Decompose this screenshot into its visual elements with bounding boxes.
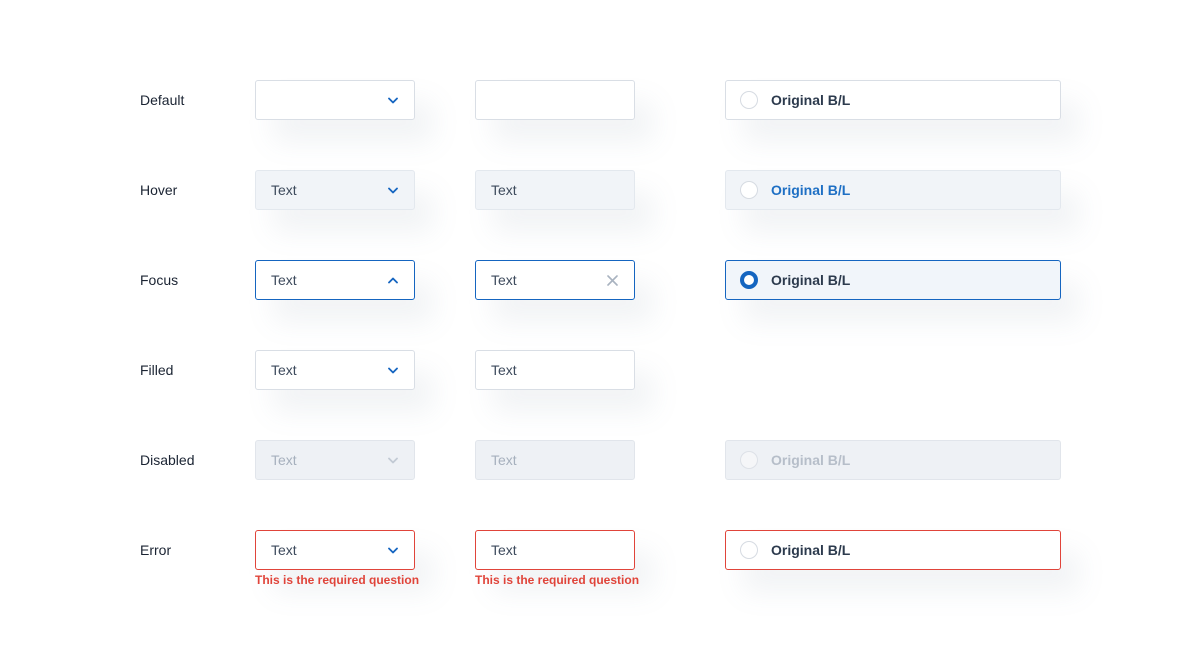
radio-label: Original B/L bbox=[771, 182, 851, 198]
radio-label: Original B/L bbox=[771, 92, 851, 108]
chevron-down-icon bbox=[388, 455, 398, 465]
radio-button[interactable] bbox=[740, 181, 758, 199]
radio-label: Original B/L bbox=[771, 272, 851, 288]
input-value: Text bbox=[491, 362, 517, 378]
input-filled[interactable]: Text bbox=[475, 350, 635, 390]
radio-label: Original B/L bbox=[771, 452, 851, 468]
select-value: Text bbox=[271, 542, 297, 558]
radio-button-selected[interactable] bbox=[740, 271, 758, 289]
select-disabled: Text bbox=[255, 440, 415, 480]
select-value: Text bbox=[271, 362, 297, 378]
chevron-down-icon bbox=[388, 95, 398, 105]
select-value: Text bbox=[271, 182, 297, 198]
input-value: Text bbox=[491, 452, 517, 468]
radio-label: Original B/L bbox=[771, 542, 851, 558]
row-label-disabled: Disabled bbox=[140, 452, 195, 468]
row-label-filled: Filled bbox=[140, 362, 174, 378]
input-disabled: Text bbox=[475, 440, 635, 480]
select-filled[interactable]: Text bbox=[255, 350, 415, 390]
select-value: Text bbox=[271, 272, 297, 288]
row-label-focus: Focus bbox=[140, 272, 179, 288]
row-label-error: Error bbox=[140, 542, 172, 558]
radio-option-hover[interactable]: Original B/L bbox=[725, 170, 1061, 210]
radio-button bbox=[740, 451, 758, 469]
select-value: Text bbox=[271, 452, 297, 468]
input-hover[interactable]: Text bbox=[475, 170, 635, 210]
select-hover[interactable]: Text bbox=[255, 170, 415, 210]
radio-button[interactable] bbox=[740, 541, 758, 559]
row-label-hover: Hover bbox=[140, 182, 178, 198]
radio-option-error[interactable]: Original B/L bbox=[725, 530, 1061, 570]
radio-button[interactable] bbox=[740, 91, 758, 109]
select-focus[interactable]: Text bbox=[255, 260, 415, 300]
chevron-down-icon bbox=[388, 365, 398, 375]
input-value: Text bbox=[491, 182, 517, 198]
input-error[interactable]: Text bbox=[475, 530, 635, 570]
chevron-up-icon bbox=[388, 275, 398, 285]
radio-option-disabled: Original B/L bbox=[725, 440, 1061, 480]
input-focus[interactable]: Text bbox=[475, 260, 635, 300]
close-icon[interactable] bbox=[606, 274, 618, 286]
row-label-default: Default bbox=[140, 92, 185, 108]
select-default[interactable] bbox=[255, 80, 415, 120]
radio-option-default[interactable]: Original B/L bbox=[725, 80, 1061, 120]
input-error-message: This is the required question bbox=[475, 573, 640, 587]
chevron-down-icon bbox=[388, 185, 398, 195]
select-error[interactable]: Text bbox=[255, 530, 415, 570]
chevron-down-icon bbox=[388, 545, 398, 555]
input-value: Text bbox=[491, 542, 517, 558]
radio-option-focus[interactable]: Original B/L bbox=[725, 260, 1061, 300]
select-error-message: This is the required question bbox=[255, 573, 420, 587]
input-value: Text bbox=[491, 272, 517, 288]
input-default[interactable] bbox=[475, 80, 635, 120]
